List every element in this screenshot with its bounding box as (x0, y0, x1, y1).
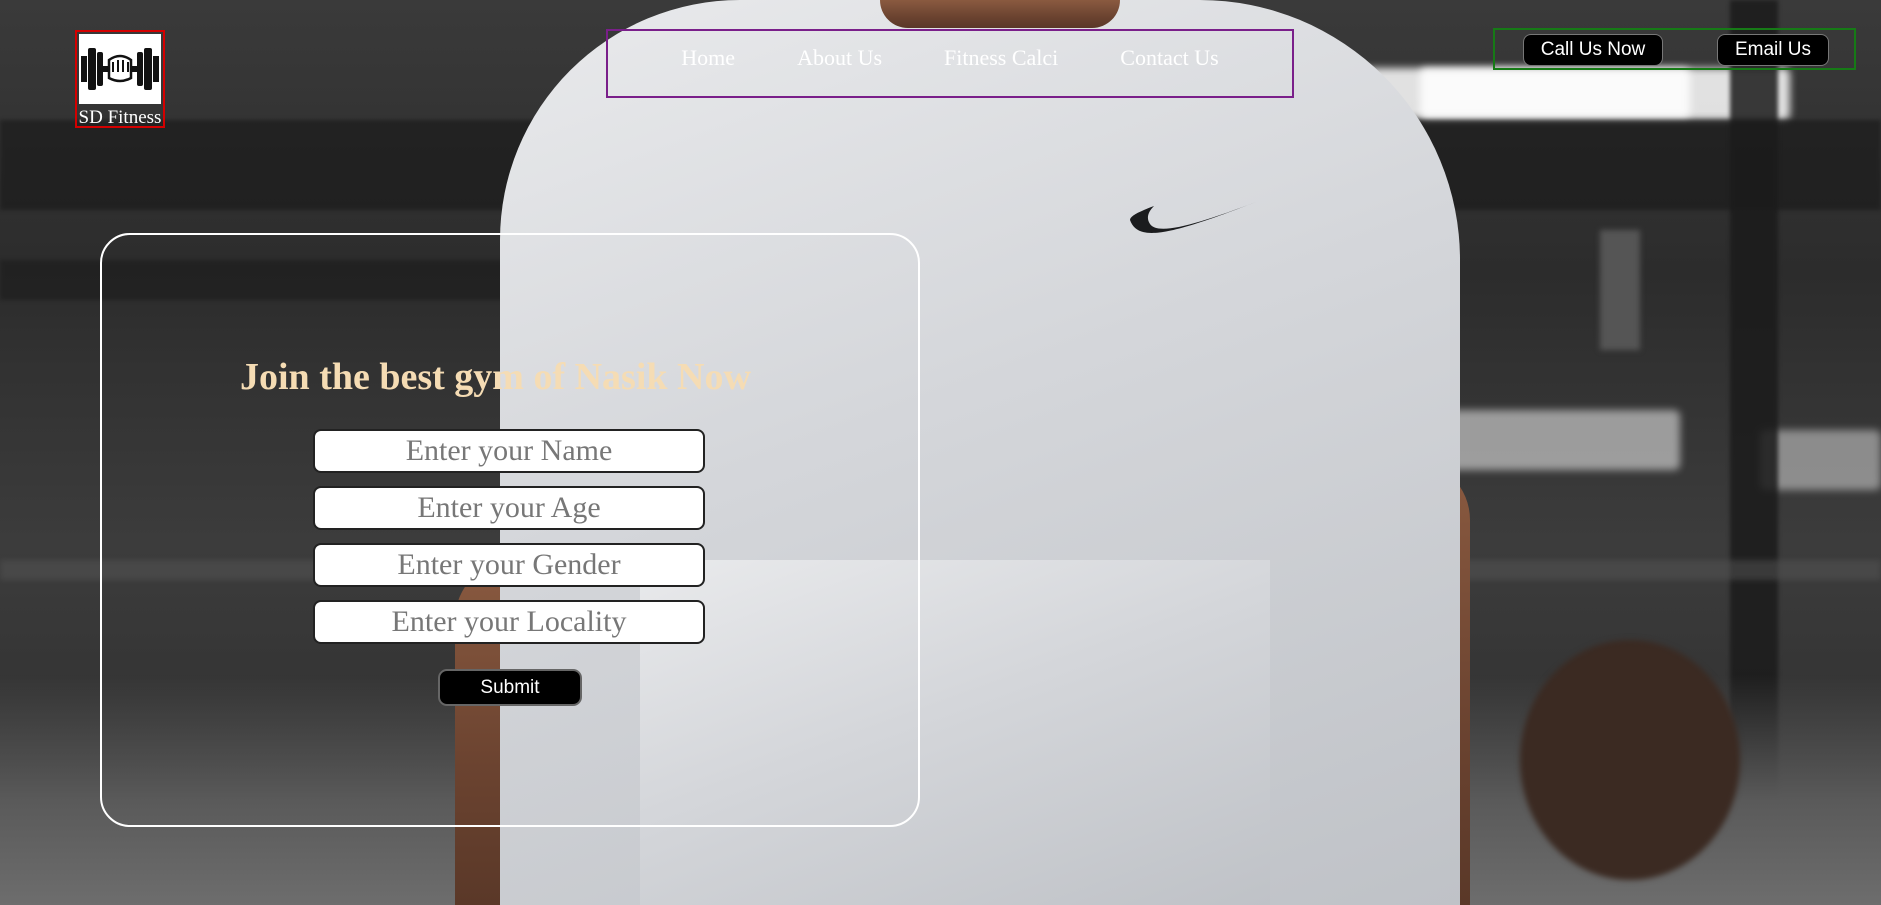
nav-home-link[interactable]: Home (681, 45, 735, 71)
email-us-button[interactable]: Email Us (1717, 34, 1829, 66)
brand-name: SD Fitness (78, 107, 162, 128)
nav-about-link[interactable]: About Us (797, 45, 882, 71)
call-us-button[interactable]: Call Us Now (1523, 34, 1663, 66)
form-heading: Join the best gym of Nasik Now (240, 356, 751, 398)
gender-input[interactable] (313, 543, 705, 587)
nav-contact-link[interactable]: Contact Us (1120, 45, 1218, 71)
signup-card (100, 233, 920, 827)
dumbbell-fist-icon (79, 34, 161, 104)
contact-buttons: Call Us Now Email Us (1493, 28, 1856, 70)
locality-input[interactable] (313, 600, 705, 644)
name-input[interactable] (313, 429, 705, 473)
age-input[interactable] (313, 486, 705, 530)
main-nav: Home About Us Fitness Calci Contact Us (606, 29, 1294, 98)
brand-logo[interactable]: SD Fitness (75, 30, 165, 128)
nav-fitness-calci-link[interactable]: Fitness Calci (944, 45, 1058, 71)
submit-button[interactable]: Submit (438, 669, 582, 706)
